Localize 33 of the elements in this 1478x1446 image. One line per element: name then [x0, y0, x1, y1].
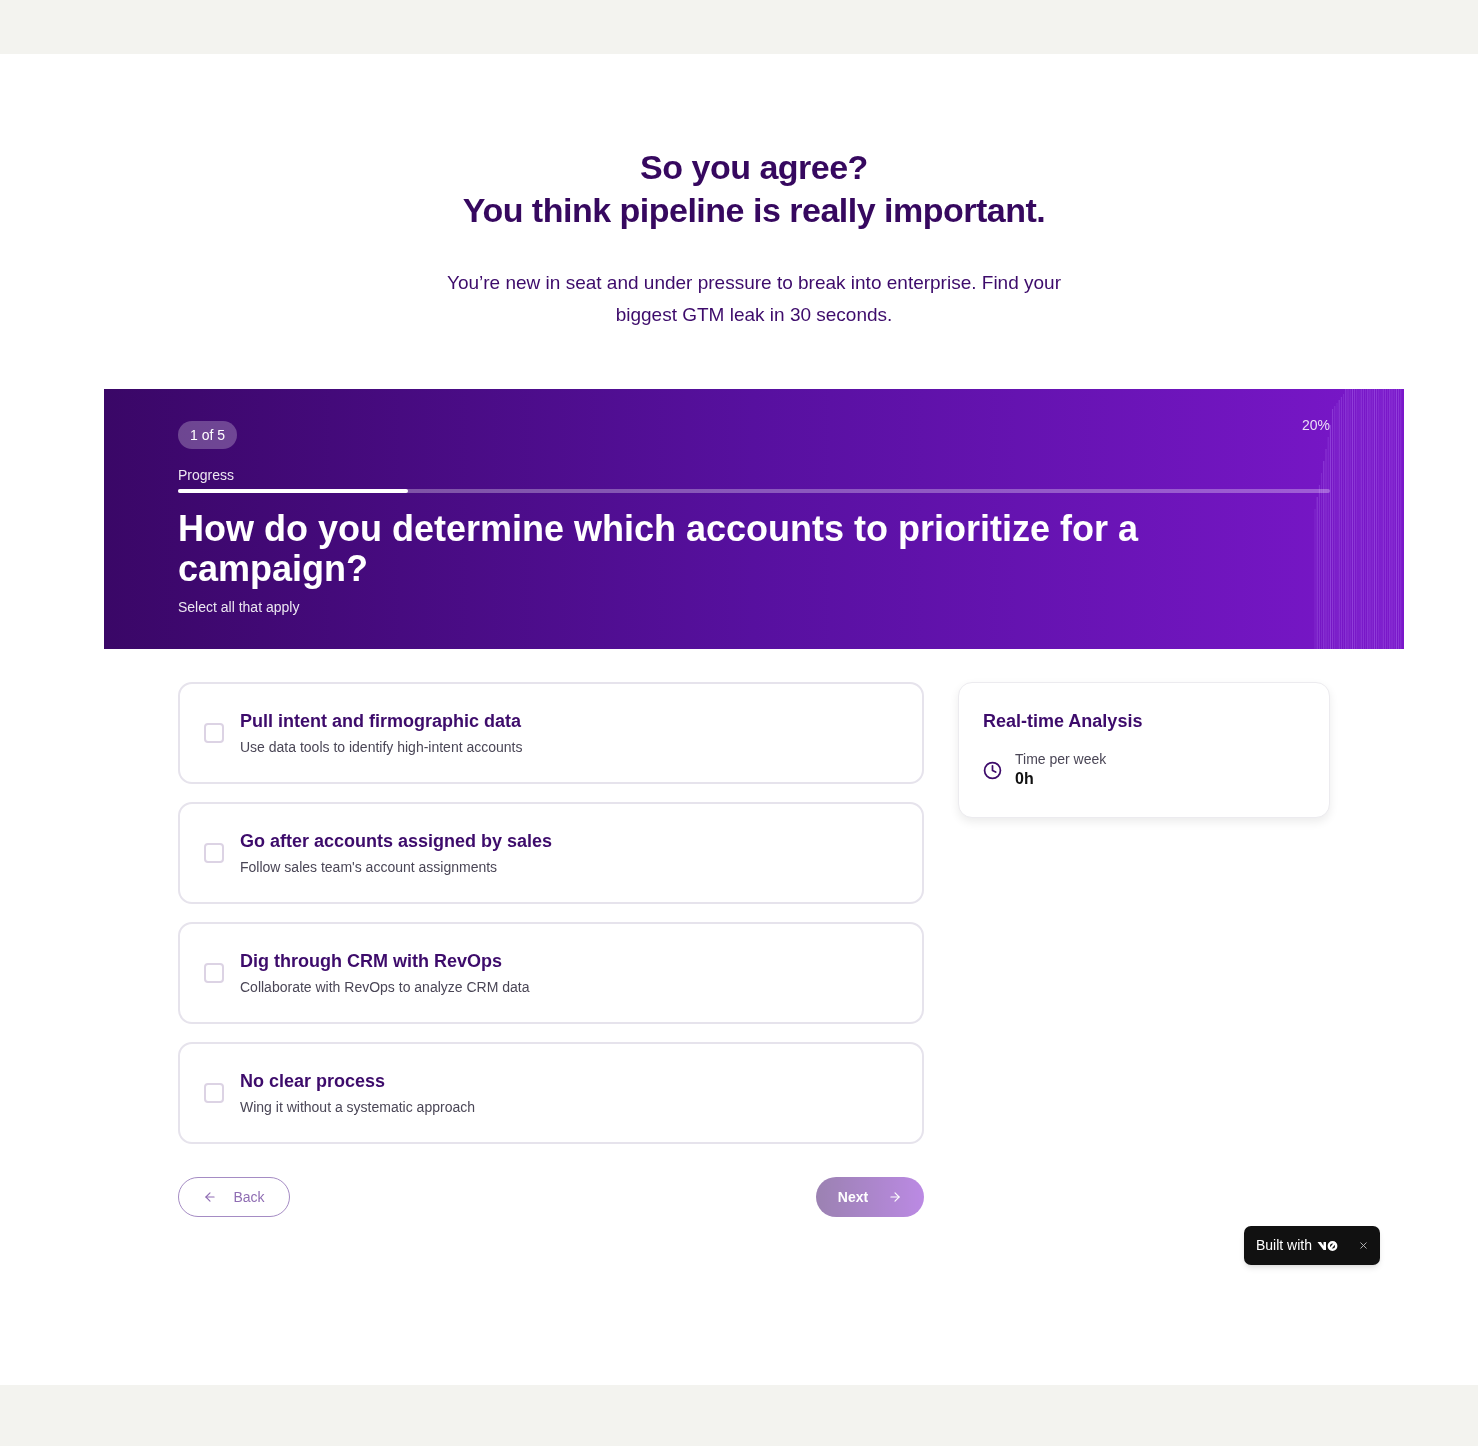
arrow-right-icon [888, 1190, 903, 1204]
option-card[interactable]: Go after accounts assigned by sales Follow sales team's account assignments [178, 802, 924, 904]
checkbox[interactable] [204, 1083, 224, 1103]
question-hint: Select all that apply [178, 598, 300, 617]
option-description: Wing it without a systematic approach [240, 1098, 475, 1117]
question-title: How do you determine which accounts to prioritize for a campaign? [178, 509, 1140, 589]
headline: So you agree? [640, 147, 868, 188]
checkbox[interactable] [204, 843, 224, 863]
step-badge: 1 of 5 [178, 421, 238, 449]
option-title: Pull intent and firmographic data [240, 710, 523, 733]
option-card[interactable]: No clear process Wing it without a systematic approach [178, 1042, 924, 1144]
option-title: Dig through CRM with RevOps [240, 950, 503, 973]
subtitle: You’re new in seat and under pressure to break into enterprise. Find your biggest GTM leak in 30 seconds. [446, 271, 1062, 327]
checkbox[interactable] [204, 963, 224, 983]
close-icon [1357, 1240, 1369, 1251]
metric-label: Time per week [1015, 750, 1107, 768]
logo-icon [1317, 1240, 1339, 1251]
analysis-title: Real-time Analysis [983, 710, 1143, 732]
option-description: Collaborate with RevOps to analyze CRM data [240, 978, 530, 997]
headline: You think pipeline is really important. [462, 190, 1046, 231]
metric-value: 0h [1015, 769, 1035, 789]
option-card[interactable]: Pull intent and firmographic data Use data tools to identify high-intent accounts [178, 682, 924, 784]
option-card[interactable]: Dig through CRM with RevOps Collaborate with RevOps to analyze CRM data [178, 922, 924, 1024]
progress-label: Progress [178, 466, 235, 485]
option-description: Follow sales team's account assignments [240, 858, 499, 877]
arrow-left-icon [203, 1190, 218, 1204]
progress-percent: 20% [1301, 416, 1330, 435]
option-title: Go after accounts assigned by sales [240, 830, 553, 853]
option-description: Use data tools to identify high-intent accounts [240, 738, 523, 757]
clock-icon [983, 760, 1002, 780]
option-title: No clear process [240, 1070, 387, 1093]
badge-label: Built with [1256, 1236, 1313, 1255]
checkbox[interactable] [204, 723, 224, 743]
